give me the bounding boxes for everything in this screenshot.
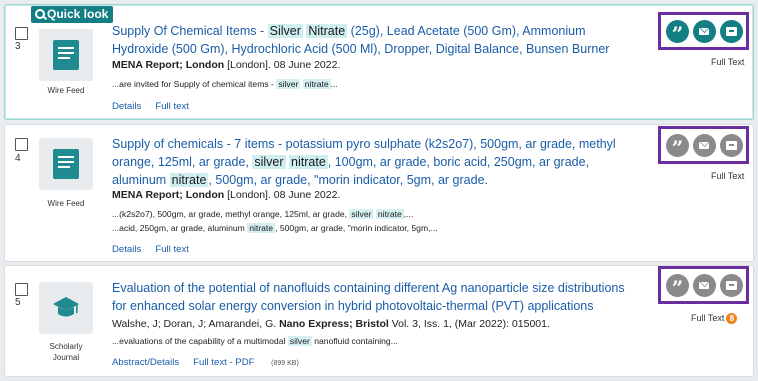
select-checkbox[interactable] [15,138,28,151]
document-thumbnail[interactable] [39,138,93,190]
document-thumbnail[interactable] [39,29,93,81]
abstract-details-link[interactable]: Abstract/Details [112,357,179,368]
full-text-link[interactable]: Full text [155,101,189,112]
cite-button[interactable]: ” [666,134,689,160]
details-link[interactable]: Details [112,244,141,255]
save-icon [726,141,737,150]
result-card: Quick look 3 Wire Feed Supply Of Chemica… [4,4,754,120]
email-icon [699,282,709,289]
result-title[interactable]: Supply of chemicals - 7 items - potassiu… [112,135,638,189]
save-button[interactable] [720,274,743,297]
email-button[interactable] [693,274,716,297]
cite-button[interactable]: ” [666,20,689,46]
details-link[interactable]: Details [112,101,141,112]
quote-icon: ” [671,276,684,300]
result-card: 4 Wire Feed Supply of chemicals - 7 item… [4,124,754,262]
quote-icon: ” [671,22,684,46]
save-icon [726,27,737,36]
email-button[interactable] [693,134,716,157]
snippet: ...evaluations of the capability of a mu… [112,336,398,346]
snippet: ...(k2s2o7), 500gm, ar grade, methyl ora… [112,209,438,233]
document-icon [53,40,79,70]
graduation-cap-icon [53,297,79,317]
document-icon [53,149,79,179]
result-links: Details Full text [112,101,203,112]
result-number: 3 [15,41,21,52]
select-checkbox[interactable] [15,27,28,40]
result-links: Details Full text [112,244,203,255]
email-icon [699,142,709,149]
email-icon [699,28,709,35]
quick-look-button[interactable]: Quick look [31,6,114,23]
full-text-pdf-link[interactable]: Full text - PDF (899 KB) [193,357,299,368]
result-card: 5 Scholarly Journal Evaluation of the pot… [4,265,754,377]
full-text-label: Full Text 8 [691,313,738,325]
source-type: Scholarly Journal [49,342,83,362]
full-text-link[interactable]: Full text [155,244,189,255]
snippet: ...are invited for Supply of chemical it… [112,79,338,89]
save-button[interactable] [720,134,743,157]
save-icon [726,281,737,290]
result-title[interactable]: Evaluation of the potential of nanofluid… [112,279,638,315]
source-line: Walshe, J; Doran, J; Amarandei, G. Nano … [112,318,550,330]
source-line: MENA Report; London [London]. 08 June 20… [112,59,341,71]
result-links: Abstract/Details Full text - PDF (899 KB) [112,357,313,368]
source-type: Wire Feed [47,199,85,208]
select-checkbox[interactable] [15,283,28,296]
source-type: Wire Feed [47,86,85,95]
action-buttons: ” [658,126,749,164]
quote-icon: ” [671,136,684,160]
email-button[interactable] [693,20,716,43]
cite-button[interactable]: ” [666,274,689,300]
full-text-label: Full Text [711,171,745,181]
action-buttons: ” [658,266,749,304]
action-buttons: ” [658,12,749,50]
result-number: 5 [15,297,21,308]
source-line: MENA Report; London [London]. 08 June 20… [112,189,341,201]
search-icon [35,9,45,19]
full-text-label: Full Text [711,57,745,67]
journal-thumbnail[interactable] [39,282,93,334]
result-number: 4 [15,153,21,164]
save-button[interactable] [720,20,743,43]
result-title[interactable]: Supply Of Chemical Items - Silver Nitrat… [112,22,638,58]
full-text-count-badge[interactable]: 8 [726,313,738,325]
